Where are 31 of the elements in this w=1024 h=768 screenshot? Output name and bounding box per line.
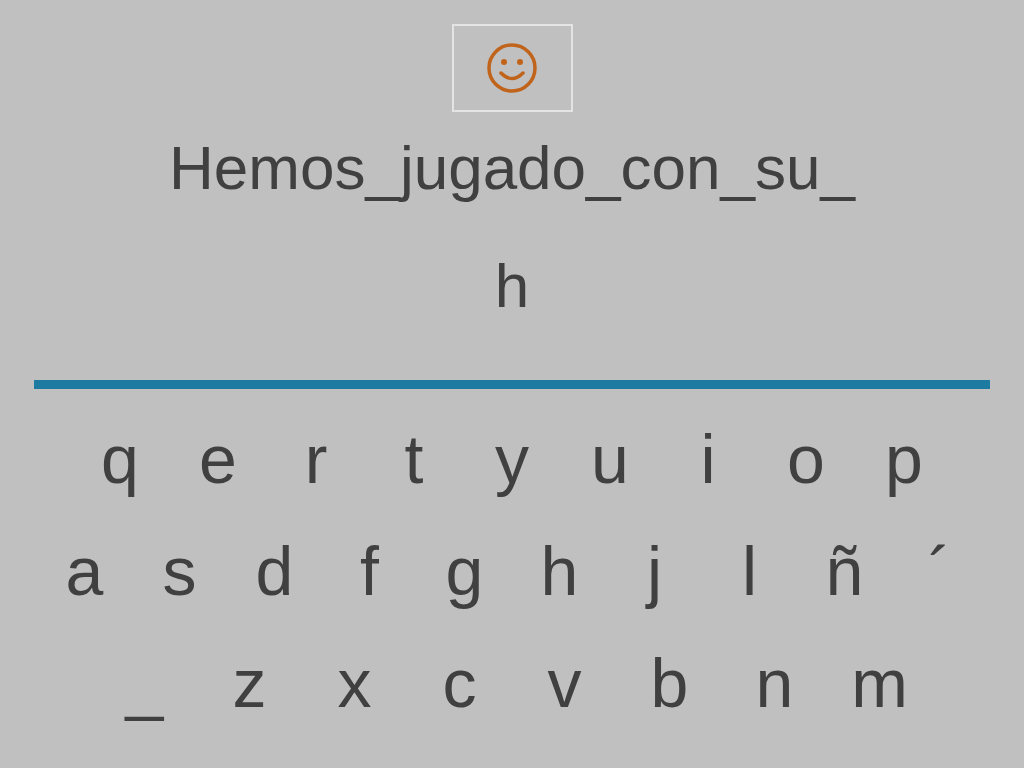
key[interactable]: t bbox=[365, 423, 463, 495]
key[interactable]: l bbox=[702, 535, 797, 607]
key[interactable]: s bbox=[132, 535, 227, 607]
key[interactable]: ñ bbox=[797, 535, 892, 607]
key[interactable]: d bbox=[227, 535, 322, 607]
key[interactable]: h bbox=[512, 535, 607, 607]
key[interactable]: ´ bbox=[892, 535, 987, 607]
key[interactable]: f bbox=[322, 535, 417, 607]
key[interactable]: c bbox=[407, 647, 512, 719]
smiley-icon bbox=[486, 42, 538, 94]
key[interactable]: g bbox=[417, 535, 512, 607]
key[interactable]: n bbox=[722, 647, 827, 719]
key[interactable]: j bbox=[607, 535, 702, 607]
key[interactable]: q bbox=[71, 423, 169, 495]
key[interactable]: a bbox=[37, 535, 132, 607]
key[interactable]: r bbox=[267, 423, 365, 495]
key[interactable]: e bbox=[169, 423, 267, 495]
key[interactable]: o bbox=[757, 423, 855, 495]
key[interactable]: v bbox=[512, 647, 617, 719]
sentence-text: Hemos_jugado_con_su_ bbox=[169, 132, 855, 204]
key[interactable]: y bbox=[463, 423, 561, 495]
key[interactable]: i bbox=[659, 423, 757, 495]
key[interactable]: p bbox=[855, 423, 953, 495]
key[interactable]: b bbox=[617, 647, 722, 719]
key[interactable]: x bbox=[302, 647, 407, 719]
key[interactable]: _ bbox=[92, 647, 197, 719]
key[interactable]: m bbox=[827, 647, 932, 719]
smiley-button[interactable] bbox=[451, 24, 573, 112]
key[interactable]: u bbox=[561, 423, 659, 495]
key[interactable]: z bbox=[197, 647, 302, 719]
answer-text: h bbox=[494, 250, 530, 322]
